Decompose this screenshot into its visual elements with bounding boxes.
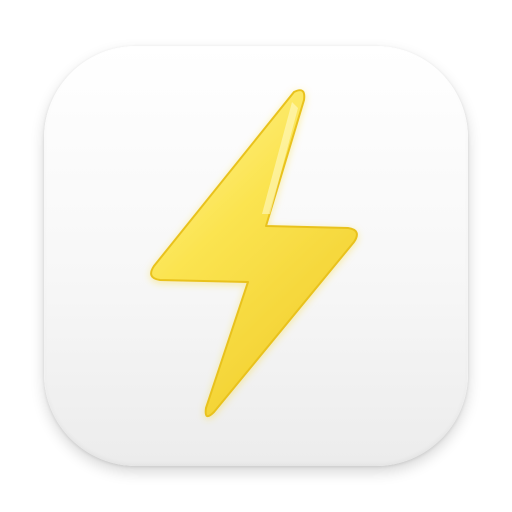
lightning-bolt-icon bbox=[150, 89, 358, 418]
icon-canvas bbox=[0, 0, 512, 512]
bolt-shape bbox=[150, 89, 358, 418]
